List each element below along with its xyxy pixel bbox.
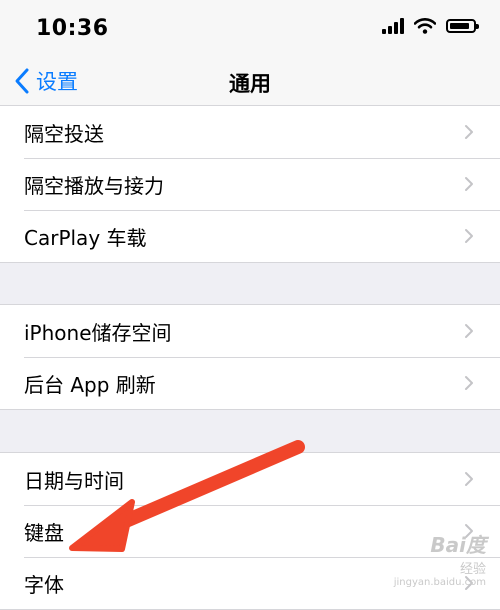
navigation-bar: 设置 通用 <box>0 58 500 106</box>
settings-row-background-app-refresh[interactable]: 后台 App 刷新 <box>0 357 500 409</box>
wifi-icon <box>414 18 436 34</box>
settings-row-iphone-storage[interactable]: iPhone储存空间 <box>0 305 500 357</box>
row-label: 隔空播放与接力 <box>24 173 164 198</box>
chevron-right-icon <box>465 324 473 338</box>
battery-fill <box>450 23 469 29</box>
row-label: 字体 <box>24 572 64 597</box>
settings-row-date-time[interactable]: 日期与时间 <box>0 453 500 505</box>
chevron-right-icon <box>465 229 473 243</box>
chevron-right-icon <box>465 376 473 390</box>
battery-icon <box>446 19 479 33</box>
watermark: Bai度 经验 jingyan.baidu.com <box>394 529 486 588</box>
settings-group-storage: iPhone储存空间 后台 App 刷新 <box>0 304 500 410</box>
status-icons <box>382 18 479 34</box>
chevron-right-icon <box>465 125 473 139</box>
signal-icon <box>382 18 404 34</box>
row-label: 日期与时间 <box>24 468 124 493</box>
settings-group-sharing: 隔空投送 隔空播放与接力 CarPlay 车载 <box>0 105 500 263</box>
watermark-brand: Bai度 <box>430 533 486 557</box>
settings-row-airplay-handoff[interactable]: 隔空播放与接力 <box>0 158 500 210</box>
row-label: 键盘 <box>24 520 64 545</box>
chevron-right-icon <box>465 472 473 486</box>
row-label: 隔空投送 <box>24 121 104 146</box>
status-time: 10:36 <box>36 16 109 41</box>
row-label: 后台 App 刷新 <box>24 372 156 397</box>
watermark-sub: 经验 <box>459 562 486 577</box>
row-label: iPhone储存空间 <box>24 320 172 345</box>
watermark-url: jingyan.baidu.com <box>393 577 486 588</box>
page-title: 通用 <box>229 72 271 96</box>
chevron-right-icon <box>465 177 473 191</box>
settings-row-airdrop[interactable]: 隔空投送 <box>0 106 500 158</box>
status-bar: 10:36 <box>0 0 500 58</box>
settings-row-carplay[interactable]: CarPlay 车载 <box>0 210 500 262</box>
row-label: CarPlay 车载 <box>24 225 147 250</box>
